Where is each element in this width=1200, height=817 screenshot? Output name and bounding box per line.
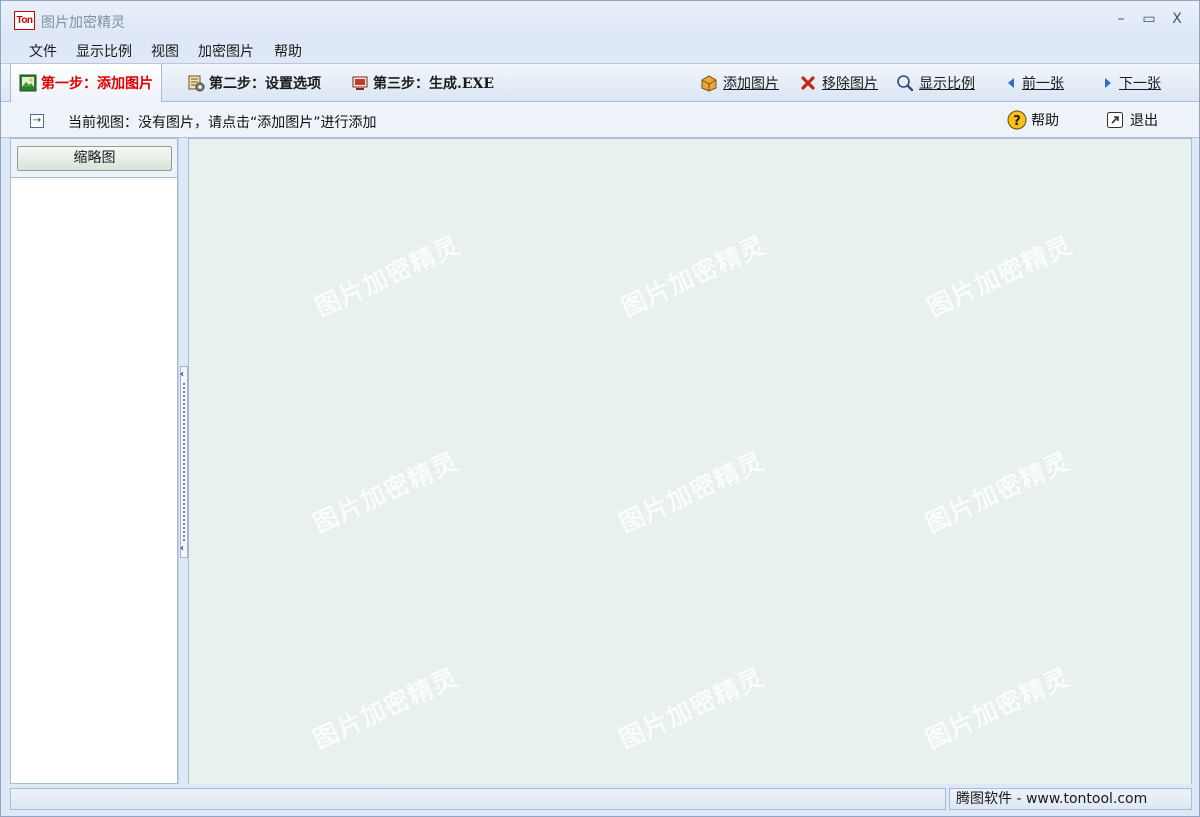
maximize-button[interactable]: ▭ [1138,9,1160,29]
collapse-arrow-top-icon[interactable]: ‹ [180,369,184,380]
remove-icon [799,74,817,92]
arrow-right-icon [1102,74,1114,92]
thumbnail-button[interactable]: 缩略图 [17,146,172,171]
previous-image-label: 前一张 [1022,76,1064,92]
menu-encrypt[interactable]: 加密图片 [198,41,254,61]
menu-zoom[interactable]: 显示比例 [76,41,132,61]
watermark-text: 图片加密精灵 [920,446,1075,539]
help-icon: ? [1007,110,1027,130]
step-generate-label: 第三步：生成.EXE [373,76,495,92]
menu-help[interactable]: 帮助 [274,41,302,61]
previous-image-button[interactable]: 前一张 [1005,64,1064,102]
step-options-tab[interactable]: 第二步：设置选项 [187,64,321,102]
watermark-text: 图片加密精灵 [308,662,463,755]
step-options-label: 第二步：设置选项 [209,76,321,92]
add-image-label: 添加图片 [723,76,779,92]
panel-splitter[interactable]: ‹ ‹ [178,138,189,784]
arrow-left-icon [1005,74,1017,92]
minimize-button[interactable]: – [1110,9,1132,29]
zoom-label: 显示比例 [919,76,975,92]
help-button[interactable]: ? 帮助 [1007,102,1059,138]
picture-icon [19,74,37,92]
status-message [10,788,946,810]
exe-icon [351,74,369,92]
grip-dots [183,383,185,541]
expand-panel-icon[interactable]: → [30,114,44,128]
watermark-text: 图片加密精灵 [922,230,1077,323]
exit-icon [1106,111,1124,129]
title-bar: Ton 图片加密精灵 – ▭ X [1,1,1199,37]
thumbnail-panel: 缩略图 [10,138,178,784]
app-logo-icon: Ton [14,11,35,30]
watermark-text: 图片加密精灵 [308,446,463,539]
watermark-text: 图片加密精灵 [614,446,769,539]
watermark-text: 图片加密精灵 [310,230,465,323]
toolbar: 第一步：添加图片 第二步：设置选项 第三步：生成.EXE 添加图片 移除图片 显… [1,63,1199,102]
collapse-arrow-bottom-icon[interactable]: ‹ [180,543,184,554]
step-add-images-label: 第一步：添加图片 [41,76,153,92]
current-view-bar: → 当前视图：没有图片，请点击“添加图片”进行添加 ? 帮助 退出 [1,102,1199,138]
step-generate-tab[interactable]: 第三步：生成.EXE [351,64,494,102]
status-bar: 腾图软件 - www.tontool.com [1,784,1199,816]
close-button[interactable]: X [1166,9,1188,29]
zoom-button[interactable]: 显示比例 [896,64,975,102]
menu-view[interactable]: 视图 [151,41,179,61]
exit-label: 退出 [1130,113,1158,129]
add-image-icon [700,74,718,92]
current-view-text: 当前视图：没有图片，请点击“添加图片”进行添加 [68,115,377,131]
remove-image-button[interactable]: 移除图片 [799,64,878,102]
svg-text:?: ? [1013,114,1021,129]
watermark-text: 图片加密精灵 [614,662,769,755]
add-image-button[interactable]: 添加图片 [700,64,779,102]
splitter-grip[interactable]: ‹ ‹ [180,366,188,558]
next-image-label: 下一张 [1119,76,1161,92]
thumbnail-header: 缩略图 [11,139,177,178]
next-image-button[interactable]: 下一张 [1102,64,1161,102]
remove-image-label: 移除图片 [822,76,878,92]
watermark-text: 图片加密精灵 [616,230,771,323]
settings-icon [187,74,205,92]
app-window: Ton 图片加密精灵 – ▭ X 文件 显示比例 视图 加密图片 帮助 第一步：… [0,0,1200,817]
window-title: 图片加密精灵 [41,15,125,31]
menu-file[interactable]: 文件 [29,41,57,61]
exit-button[interactable]: 退出 [1106,102,1158,138]
watermark-text: 图片加密精灵 [920,662,1075,755]
step-add-images-tab[interactable]: 第一步：添加图片 [10,64,162,102]
company-website-text: 腾图软件 - www.tontool.com [949,788,1192,810]
image-view-area: 图片加密精灵 图片加密精灵 图片加密精灵 图片加密精灵 图片加密精灵 图片加密精… [189,138,1192,784]
magnifier-icon [896,74,914,92]
menu-bar: 文件 显示比例 视图 加密图片 帮助 [1,37,1199,63]
help-label: 帮助 [1031,113,1059,129]
